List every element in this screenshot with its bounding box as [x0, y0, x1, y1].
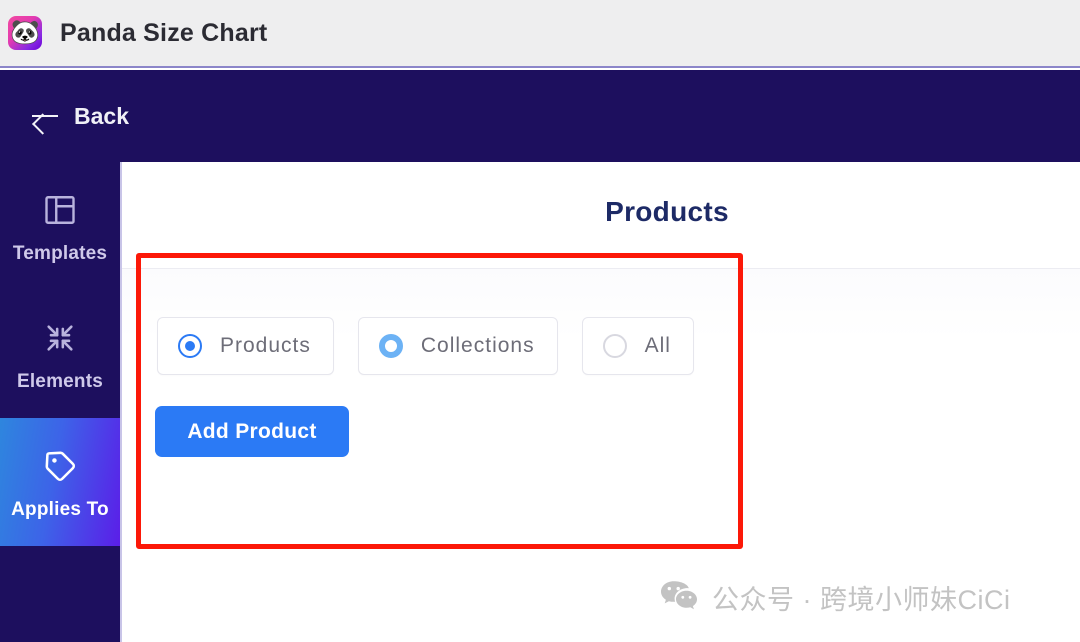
app-titlebar: 🐼 Panda Size Chart [0, 0, 1080, 68]
wechat-icon [660, 579, 698, 616]
back-button[interactable]: Back [28, 97, 139, 136]
option-card-products[interactable]: Products [157, 317, 334, 375]
sidebar-item-templates[interactable]: Templates [0, 162, 120, 290]
radio-collections[interactable] [378, 334, 403, 358]
sidebar-item-applies-to-label: Applies To [11, 499, 109, 520]
sidebar-item-templates-label: Templates [12, 243, 108, 264]
option-card-all[interactable]: All [581, 317, 694, 375]
collapse-arrows-icon [37, 315, 83, 361]
main-content: Products Products Collections All [120, 162, 1080, 642]
applies-to-option-group: Products Collections All [157, 317, 694, 375]
sidebar-item-elements[interactable]: Elements [0, 290, 120, 418]
app-title: Panda Size Chart [60, 18, 268, 47]
radio-all[interactable] [602, 334, 627, 358]
panda-icon: 🐼 [8, 16, 42, 50]
panda-icon-glyph: 🐼 [10, 19, 40, 46]
back-button-label: Back [74, 102, 129, 129]
watermark: 公众号 · 跨境小师妹CiCi [660, 578, 1011, 617]
layout-panel-icon [37, 187, 83, 233]
section-divider [122, 268, 1080, 269]
sidebar-item-elements-label: Elements [16, 371, 104, 392]
sidebar-item-applies-to[interactable]: Applies To [0, 418, 120, 546]
radio-products[interactable] [178, 334, 202, 358]
watermark-text: 公众号 · 跨境小师妹CiCi [712, 585, 1011, 615]
arrow-left-icon [30, 103, 60, 129]
option-card-collections[interactable]: Collections [357, 317, 558, 375]
option-label-products: Products [220, 334, 311, 357]
option-label-collections: Collections [420, 334, 535, 357]
sidebar: Templates Elements Applies To [0, 162, 120, 642]
page-title: Products [605, 196, 729, 227]
top-navigation-bar: Back [0, 70, 1080, 162]
tag-icon [37, 443, 83, 489]
sidebar-empty-space [0, 546, 120, 642]
add-product-button[interactable]: Add Product [155, 406, 349, 457]
option-label-all: All [644, 334, 671, 357]
